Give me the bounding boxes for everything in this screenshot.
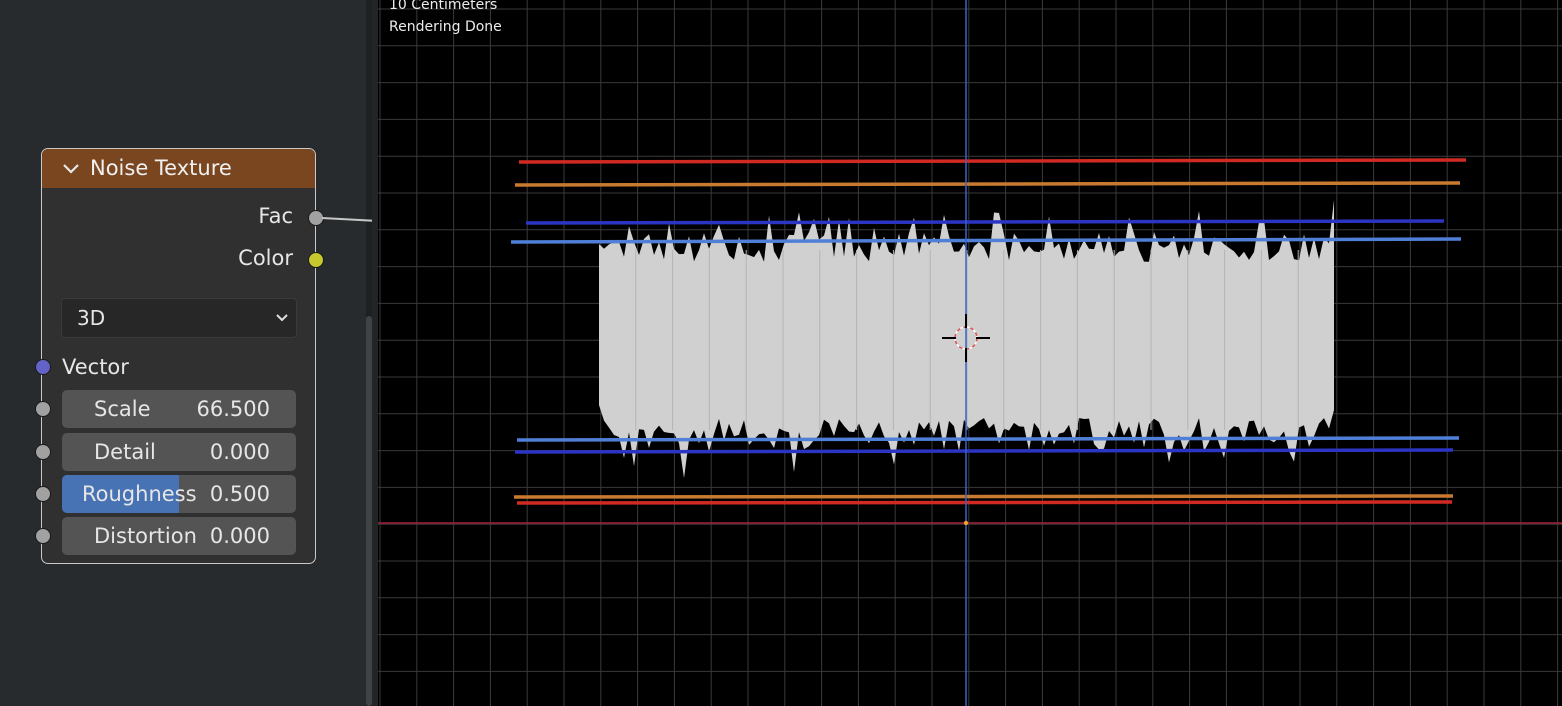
distortion-value: 0.000 bbox=[209, 524, 270, 548]
render-status-text: Rendering Done bbox=[389, 19, 502, 35]
noise-texture-node[interactable]: Noise Texture Fac Color 3D Vector Scale … bbox=[35, 148, 324, 564]
vector-input-label: Vector bbox=[62, 355, 129, 379]
world-origin-dot bbox=[963, 520, 969, 526]
dimensions-select[interactable]: 3D bbox=[61, 298, 297, 338]
chevron-down-icon[interactable] bbox=[62, 149, 80, 201]
distortion-field[interactable]: Distortion 0.000 bbox=[62, 517, 296, 555]
detail-field[interactable]: Detail 0.000 bbox=[62, 433, 296, 471]
output-label-fac: Fac bbox=[258, 204, 293, 228]
node-editor[interactable]: Noise Texture Fac Color 3D Vector Scale … bbox=[0, 0, 376, 706]
scale-field[interactable]: Scale 66.500 bbox=[62, 390, 296, 428]
orange-guide-line bbox=[514, 181, 1461, 187]
roughness-field[interactable]: Roughness 0.500 bbox=[62, 475, 296, 513]
dark-blue-guide-line bbox=[525, 219, 1445, 225]
light-blue-guide-line bbox=[510, 237, 1462, 244]
roughness-label: Roughness bbox=[82, 482, 197, 506]
chevron-down-icon bbox=[274, 299, 290, 351]
vector-input-socket[interactable] bbox=[35, 359, 51, 375]
dark-blue-guide-line bbox=[514, 448, 1454, 454]
detail-input-socket[interactable] bbox=[35, 444, 51, 460]
grid-scale-text: 10 Centimeters bbox=[389, 0, 498, 13]
fac-output-link[interactable] bbox=[321, 217, 376, 222]
node-title: Noise Texture bbox=[90, 156, 232, 180]
roughness-input-socket[interactable] bbox=[35, 486, 51, 502]
3d-viewport[interactable]: 10 Centimeters Rendering Done bbox=[378, 0, 1562, 706]
scale-value: 66.500 bbox=[196, 397, 270, 421]
viewport-canvas bbox=[378, 0, 1562, 706]
dimensions-value: 3D bbox=[77, 306, 106, 330]
scale-label: Scale bbox=[94, 397, 151, 421]
output-label-color: Color bbox=[238, 246, 293, 270]
red-guide-line bbox=[518, 158, 1467, 164]
detail-label: Detail bbox=[94, 440, 156, 464]
roughness-value: 0.500 bbox=[209, 482, 270, 506]
distortion-input-socket[interactable] bbox=[35, 528, 51, 544]
detail-value: 0.000 bbox=[209, 440, 270, 464]
red-guide-line bbox=[516, 500, 1453, 505]
node-header[interactable]: Noise Texture bbox=[42, 149, 315, 188]
light-blue-guide-line bbox=[516, 436, 1460, 442]
distortion-label: Distortion bbox=[94, 524, 197, 548]
color-output-socket[interactable] bbox=[308, 252, 324, 268]
scale-input-socket[interactable] bbox=[35, 401, 51, 417]
orange-guide-line bbox=[513, 494, 1454, 499]
